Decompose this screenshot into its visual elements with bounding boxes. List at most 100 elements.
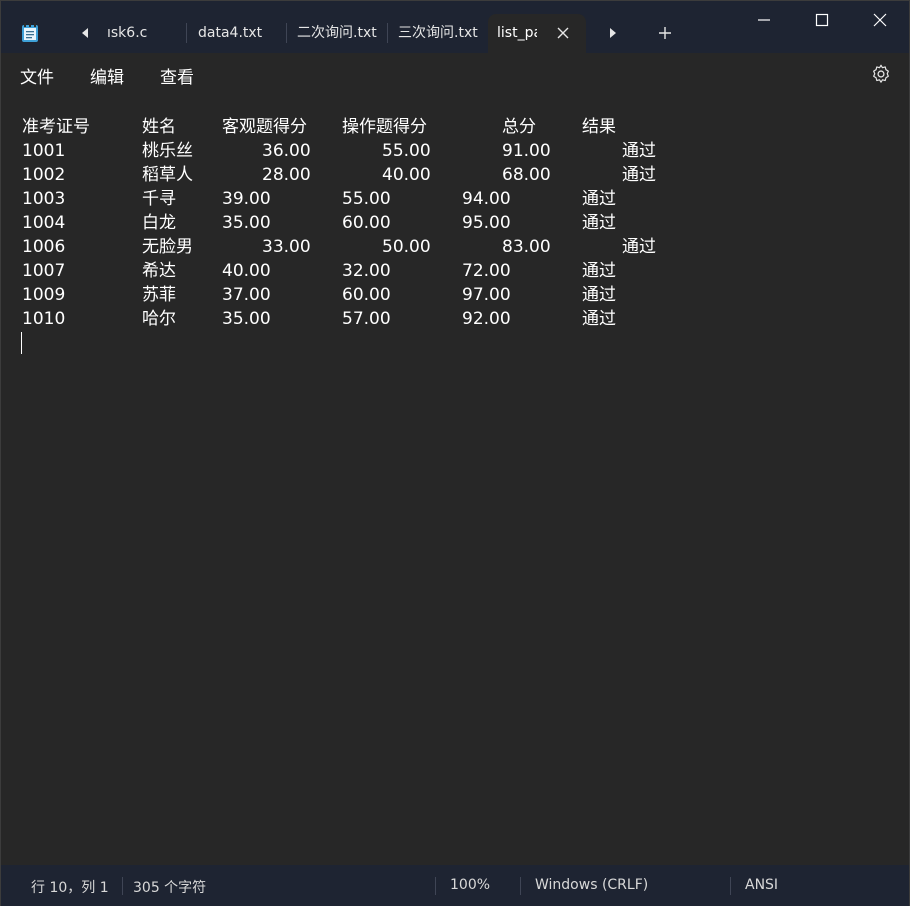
cell-id: 1009 [22, 285, 66, 305]
tab-label: list_pa [497, 25, 537, 41]
header-cell: 客观题得分 [222, 117, 307, 137]
maximize-icon [815, 13, 829, 27]
cell-objective: 35.00 [222, 309, 271, 329]
text-line: 1006 无脸男 33.00 50.00 83.00 通过 [22, 235, 656, 259]
tab-third-query[interactable]: 三次询问.txt [388, 14, 487, 53]
cell-result: 通过 [622, 237, 656, 257]
cell-objective: 39.00 [222, 189, 271, 209]
text-line: 1007 希达 40.00 32.00 72.00 通过 [22, 259, 616, 283]
cursor-position: 行 10，列 1 [31, 880, 109, 896]
cell-total: 91.00 [502, 141, 551, 161]
cell-name: 桃乐丝 [142, 141, 193, 161]
line-ending[interactable]: Windows (CRLF) [535, 877, 648, 893]
cell-objective: 35.00 [222, 213, 271, 233]
header-line: 准考证号 姓名 客观题得分 操作题得分 总分 结果 [22, 115, 616, 139]
maximize-button[interactable] [793, 1, 851, 39]
cell-total: 94.00 [462, 189, 511, 209]
cell-objective: 36.00 [262, 141, 311, 161]
cell-total: 72.00 [462, 261, 511, 281]
status-separator [122, 877, 123, 895]
menu-view[interactable]: 查看 [160, 63, 194, 88]
cell-total: 95.00 [462, 213, 511, 233]
cell-name: 苏菲 [142, 285, 176, 305]
cell-id: 1006 [22, 237, 66, 257]
text-editor[interactable]: 准考证号 姓名 客观题得分 操作题得分 总分 结果 1001 桃乐丝 36.00… [1, 95, 909, 865]
minimize-icon [758, 19, 770, 21]
cell-objective: 37.00 [222, 285, 271, 305]
cell-id: 1010 [22, 309, 66, 329]
tab-data4[interactable]: data4.txt [187, 14, 285, 53]
cell-operation: 50.00 [382, 237, 431, 257]
cell-objective: 40.00 [222, 261, 271, 281]
text-line: 1009 苏菲 37.00 60.00 97.00 通过 [22, 283, 616, 307]
cell-name: 希达 [142, 261, 176, 281]
tab-scroll-right-icon[interactable] [605, 25, 621, 41]
menu-file[interactable]: 文件 [20, 63, 54, 88]
cell-operation: 60.00 [342, 213, 391, 233]
title-bar: ısk6.c data4.txt 二次询问.txt 三次询问.txt list_… [1, 1, 909, 53]
cell-result: 通过 [582, 309, 616, 329]
cell-objective: 28.00 [262, 165, 311, 185]
zoom-level[interactable]: 100% [450, 877, 490, 893]
cell-name: 千寻 [142, 189, 176, 209]
cell-result: 通过 [582, 285, 616, 305]
header-cell: 准考证号 [22, 117, 90, 137]
encoding[interactable]: ANSI [745, 877, 778, 893]
tab-label: 二次询问.txt [297, 25, 377, 41]
cell-result: 通过 [582, 189, 616, 209]
header-cell: 总分 [502, 117, 536, 137]
status-separator [730, 877, 731, 895]
cell-id: 1001 [22, 141, 66, 161]
cell-id: 1003 [22, 189, 66, 209]
close-tab-icon[interactable] [556, 26, 570, 40]
header-cell: 操作题得分 [342, 117, 427, 137]
cell-objective: 33.00 [262, 237, 311, 257]
cell-operation: 40.00 [382, 165, 431, 185]
notepad-icon [22, 23, 38, 42]
tab-label: ısk6.c [107, 25, 148, 41]
cell-result: 通过 [582, 261, 616, 281]
cell-total: 83.00 [502, 237, 551, 257]
cell-operation: 57.00 [342, 309, 391, 329]
text-line: 1002 稻草人 28.00 40.00 68.00 通过 [22, 163, 656, 187]
tab-label: 三次询问.txt [398, 25, 478, 41]
status-separator [435, 877, 436, 895]
cell-operation: 60.00 [342, 285, 391, 305]
minimize-button[interactable] [735, 1, 793, 39]
cell-result: 通过 [582, 213, 616, 233]
cell-total: 97.00 [462, 285, 511, 305]
header-cell: 姓名 [142, 117, 176, 137]
cell-result: 通过 [622, 165, 656, 185]
tab-scroll-left-icon[interactable] [77, 25, 93, 41]
gear-icon[interactable] [870, 63, 892, 85]
cell-id: 1002 [22, 165, 66, 185]
cell-operation: 55.00 [382, 141, 431, 161]
close-window-button[interactable] [851, 1, 909, 39]
cell-id: 1004 [22, 213, 66, 233]
text-caret [21, 332, 22, 354]
cell-total: 68.00 [502, 165, 551, 185]
cell-name: 稻草人 [142, 165, 193, 185]
text-line: 1010 哈尔 35.00 57.00 92.00 通过 [22, 307, 616, 331]
menu-bar: 文件 编辑 查看 [1, 53, 909, 95]
cell-operation: 32.00 [342, 261, 391, 281]
cell-result: 通过 [622, 141, 656, 161]
header-cell: 结果 [582, 117, 616, 137]
notepad-window: ısk6.c data4.txt 二次询问.txt 三次询问.txt list_… [0, 0, 910, 906]
text-line: 1001 桃乐丝 36.00 55.00 91.00 通过 [22, 139, 656, 163]
tab-list-active[interactable]: list_pa [488, 14, 586, 53]
text-line: 1003 千寻 39.00 55.00 94.00 通过 [22, 187, 616, 211]
cell-name: 无脸男 [142, 237, 193, 257]
tab-second-query[interactable]: 二次询问.txt [287, 14, 387, 53]
tab-label: data4.txt [198, 25, 263, 41]
close-icon [873, 13, 887, 27]
character-count: 305 个字符 [133, 880, 207, 896]
cell-id: 1007 [22, 261, 66, 281]
menu-edit[interactable]: 编辑 [90, 63, 124, 88]
tab-task6[interactable]: ısk6.c [99, 14, 185, 53]
new-tab-icon[interactable] [657, 25, 673, 41]
status-separator [520, 877, 521, 895]
status-bar: 行 10，列 1 305 个字符 100% Windows (CRLF) ANS… [1, 865, 909, 906]
cell-name: 白龙 [142, 213, 176, 233]
cell-operation: 55.00 [342, 189, 391, 209]
